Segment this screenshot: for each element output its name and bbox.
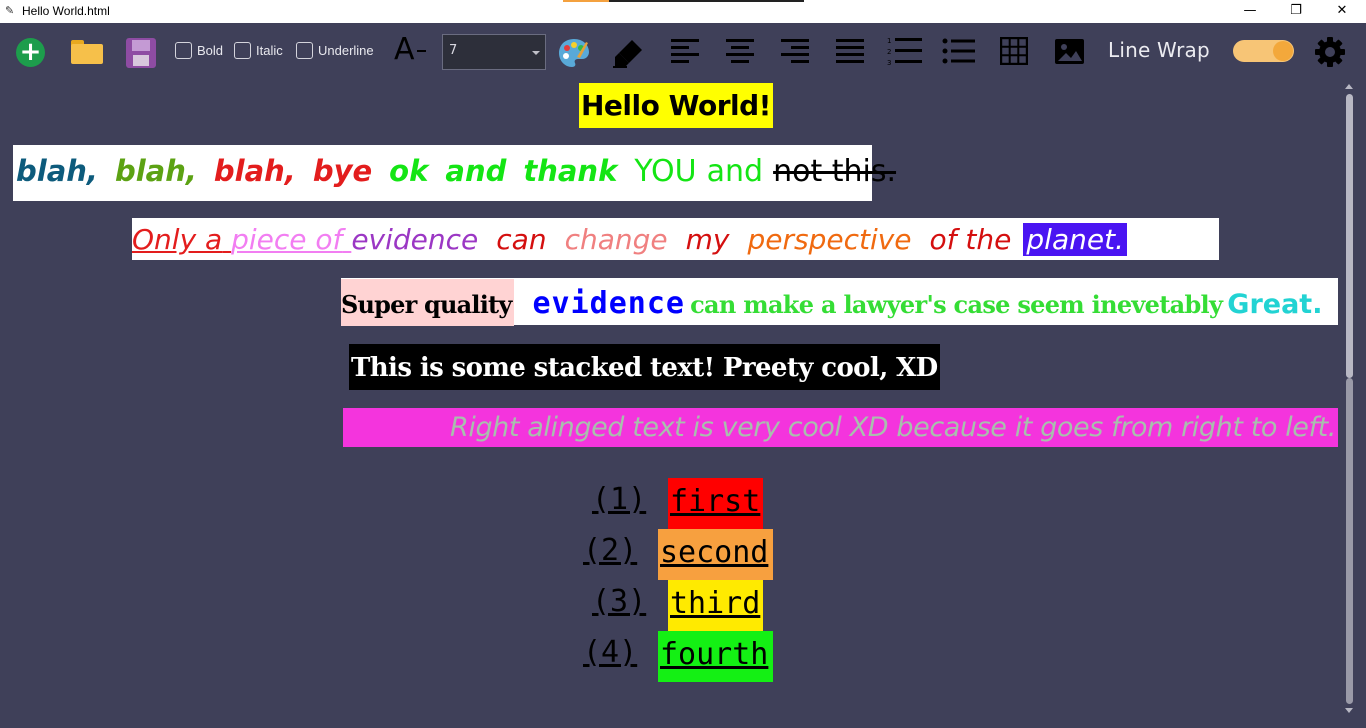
- word-evidence: evidence: [351, 223, 479, 256]
- word-blah-2: blah,: [114, 154, 197, 188]
- word-evidence-mono: evidence: [532, 286, 685, 321]
- list-item-label: second: [658, 529, 773, 580]
- svg-text:3: 3: [887, 59, 891, 67]
- phrase-lawyer-case: can make a lawyer's case seem inevetably: [690, 290, 1223, 319]
- underline-gap-2: [342, 223, 351, 256]
- list-item-label: first: [668, 478, 763, 529]
- word-and-1: and: [445, 154, 507, 188]
- gear-icon[interactable]: [1314, 36, 1346, 68]
- image-icon[interactable]: [1054, 38, 1085, 65]
- font-size-select[interactable]: 7: [442, 34, 546, 70]
- word-bye: bye: [312, 154, 373, 188]
- editor-area[interactable]: Hello World! blah, blah, blah, bye ok and than…: [0, 81, 1344, 728]
- list-item-number: (4): [583, 635, 638, 670]
- bold-checkbox[interactable]: Bold: [175, 41, 223, 59]
- list-item-number: (1): [592, 482, 647, 517]
- scrollbar-track-lower[interactable]: [1346, 378, 1353, 704]
- phrase-only-a: Only a: [132, 223, 223, 256]
- svg-text:2: 2: [887, 48, 891, 56]
- title-bar: ✎ Hello World.html — ❐ ✕: [0, 0, 1366, 23]
- title-progress-track: [609, 0, 804, 2]
- font-size-decrease-icon[interactable]: A: [394, 32, 430, 69]
- word-and-2: and: [706, 154, 764, 189]
- underline-checkbox[interactable]: Underline: [296, 41, 374, 59]
- word-not-this: not this.: [773, 154, 897, 189]
- align-right-icon[interactable]: [781, 39, 809, 65]
- floppy-disk-icon[interactable]: [126, 38, 156, 68]
- word-my: my: [685, 223, 730, 256]
- word-can: can: [496, 223, 547, 256]
- list-item-label: third: [668, 580, 763, 631]
- maximize-button[interactable]: ❐: [1273, 0, 1319, 23]
- underline-checkbox-box[interactable]: [296, 41, 313, 59]
- word-thank: thank: [523, 154, 618, 188]
- word-change: change: [564, 223, 668, 256]
- scroll-down-arrow-icon[interactable]: [1345, 708, 1353, 713]
- document-heading: Hello World!: [579, 83, 773, 128]
- italic-checkbox[interactable]: Italic: [234, 41, 283, 59]
- close-button[interactable]: ✕: [1319, 0, 1365, 23]
- highlighter-icon[interactable]: [612, 37, 646, 69]
- table-icon[interactable]: [999, 36, 1029, 66]
- palette-icon[interactable]: [557, 37, 591, 69]
- svg-text:1: 1: [887, 37, 891, 45]
- line-wrap-toggle[interactable]: [1233, 40, 1294, 62]
- line-super-quality: Super quality evidence can make a lawyer'…: [341, 278, 1338, 326]
- right-aligned-text: Right alinged text is very cool XD becau…: [343, 408, 1338, 447]
- list-item-number: (2): [583, 533, 638, 568]
- title-progress-accent: [563, 0, 609, 2]
- italic-label: Italic: [256, 42, 283, 58]
- toggle-knob[interactable]: [1273, 41, 1293, 61]
- phrase-super-quality: Super quality: [341, 279, 515, 326]
- align-left-icon[interactable]: [671, 39, 699, 65]
- bullet-list-icon[interactable]: [942, 37, 976, 67]
- toolbar: + Bold Italic Underline A 7 1 2 3 Line W…: [0, 23, 1366, 81]
- font-size-value: 7: [449, 43, 458, 58]
- add-icon[interactable]: +: [16, 38, 45, 67]
- phrase-piece-of: piece of: [231, 223, 343, 256]
- underline-label: Underline: [318, 42, 374, 58]
- ordered-list-icon[interactable]: 1 2 3: [886, 35, 924, 69]
- bold-checkbox-box[interactable]: [175, 41, 192, 59]
- folder-icon[interactable]: [71, 40, 103, 64]
- chevron-down-icon: [532, 51, 540, 55]
- minimize-button[interactable]: —: [1227, 0, 1273, 23]
- word-blah-1: blah,: [16, 154, 98, 188]
- align-center-icon[interactable]: [726, 39, 754, 65]
- window-title: Hello World.html: [22, 4, 110, 18]
- word-planet: planet.: [1023, 223, 1127, 256]
- line-blah: blah, blah, blah, bye ok and thank YOU and not th…: [13, 145, 896, 201]
- word-ok: ok: [389, 154, 429, 188]
- scrollbar-thumb[interactable]: [1346, 94, 1353, 378]
- word-great: Great.: [1227, 289, 1323, 320]
- list-item-label: fourth: [658, 631, 773, 682]
- italic-checkbox-box[interactable]: [234, 41, 251, 59]
- bold-label: Bold: [197, 42, 224, 58]
- word-blah-3: blah,: [213, 154, 296, 188]
- phrase-of-the: of the: [929, 223, 1012, 256]
- word-you: YOU: [634, 154, 697, 189]
- align-justify-icon[interactable]: [836, 39, 864, 65]
- pencil-icon: ✎: [5, 4, 15, 17]
- underline-gap-1: [222, 223, 231, 256]
- list-item-number: (3): [592, 584, 647, 619]
- line-evidence: Only a piece of evidence can change my persp…: [132, 218, 1219, 260]
- stacked-text: This is some stacked text! Preety cool, …: [349, 344, 940, 390]
- line-wrap-label: Line Wrap: [1108, 38, 1210, 62]
- word-perspective: perspective: [747, 223, 912, 256]
- scroll-up-arrow-icon[interactable]: [1345, 84, 1353, 89]
